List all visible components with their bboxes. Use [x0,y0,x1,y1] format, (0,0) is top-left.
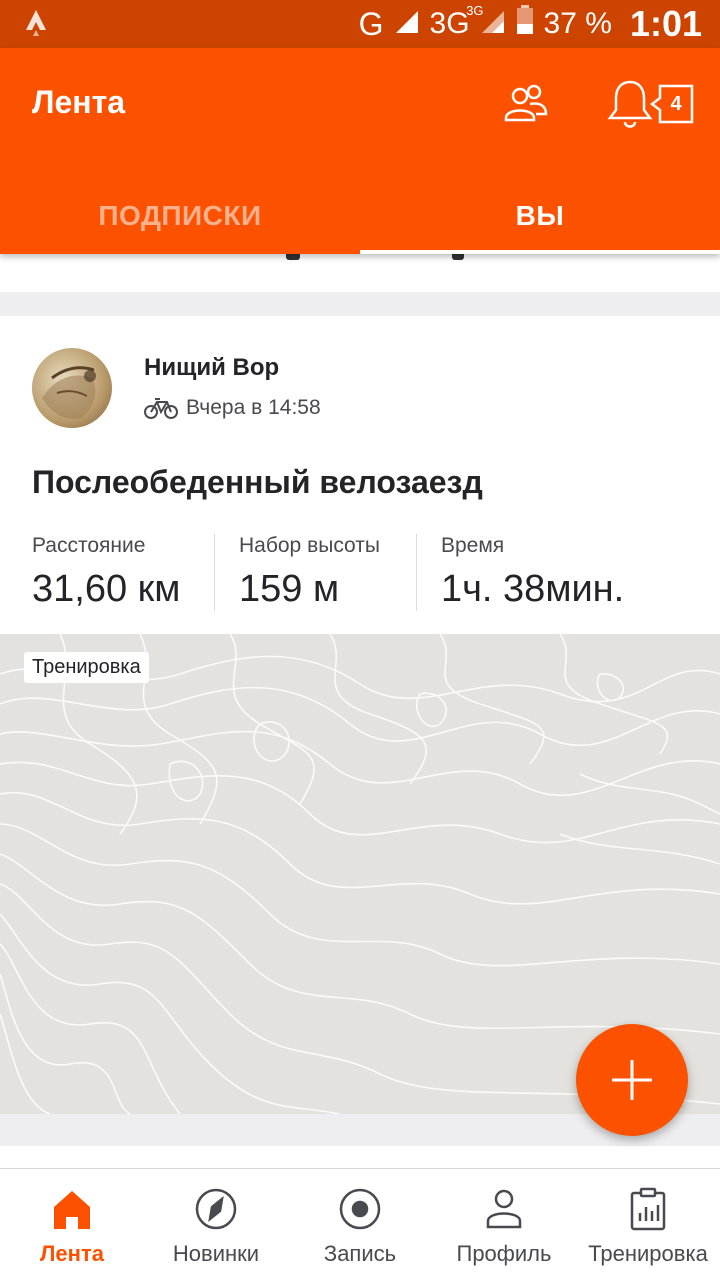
record-icon [339,1188,381,1230]
nav-item-profile[interactable]: Профиль [432,1169,576,1280]
nav-label: Лента [40,1241,104,1266]
map-tag: Тренировка [24,652,149,683]
signal-icon [394,6,420,43]
app-bar: Лента 4 ПОДПИСКИ ВЫ [0,48,720,254]
compass-icon [195,1188,237,1230]
clock: 1:01 [629,3,702,44]
inbox-button[interactable]: 4 [649,84,694,124]
tab-following[interactable]: ПОДПИСКИ [0,178,360,254]
activity-timestamp: Вчера в 14:58 [186,396,321,419]
nav-label: Новинки [172,1241,260,1266]
stat-time: Время 1ч. 38мин. [416,534,648,611]
stat-value: 159 м [239,568,340,610]
stat-value: 31,60 км [32,568,181,610]
nav-item-feed[interactable]: Лента [0,1169,144,1280]
activity-stats: Расстояние 31,60 км Набор высоты 159 м В… [32,534,648,611]
next-card [0,1146,720,1170]
clipboard-icon [630,1187,666,1231]
nav-item-training[interactable]: Тренировка [576,1169,720,1280]
page-title: Лента [32,84,126,120]
notification-count: 4 [670,93,682,115]
nav-label: Тренировка [588,1241,708,1266]
find-friends-button[interactable] [500,78,552,130]
activity-meta: Вчера в 14:58 [144,396,321,420]
network-type: G [358,5,384,42]
network-3g: 3G 3G [429,3,484,40]
nav-item-record[interactable]: Запись [288,1169,432,1280]
previous-card [0,254,720,292]
status-bar: G 3G 3G 37 % 1:01 [0,0,720,48]
battery-percent: 37 % [543,7,612,40]
stat-label: Время [441,534,505,557]
bottom-nav: Лента Новинки Запись Профиль Тренировка [0,1168,720,1280]
tab-you[interactable]: ВЫ [360,178,720,254]
nav-label: Запись [323,1241,397,1266]
athlete-name[interactable]: Нищий Вор [144,354,279,382]
activity-title[interactable]: Послеобеденный велозаезд [32,464,483,501]
stat-label: Расстояние [32,534,146,557]
add-button[interactable] [576,1024,688,1136]
bike-icon [144,398,178,419]
feed-tabs: ПОДПИСКИ ВЫ [0,178,720,254]
home-icon [54,1191,90,1229]
stat-value: 1ч. 38мин. [441,568,625,610]
nav-item-explore[interactable]: Новинки [144,1169,288,1280]
stat-elevation: Набор высоты 159 м [214,534,416,611]
strava-logo-icon [22,8,50,45]
stat-distance: Расстояние 31,60 км [32,534,214,611]
notifications-button[interactable] [606,76,654,132]
people-icon [504,84,548,122]
battery-icon [516,5,534,43]
bell-icon [607,80,653,128]
avatar[interactable] [32,348,112,428]
activity-card[interactable]: Нищий Вор Вчера в 14:58 Послеобеденный в… [0,316,720,1114]
nav-label: Профиль [456,1241,552,1266]
stat-label: Набор высоты [239,534,380,557]
plus-icon [612,1060,652,1100]
profile-icon [486,1189,522,1229]
